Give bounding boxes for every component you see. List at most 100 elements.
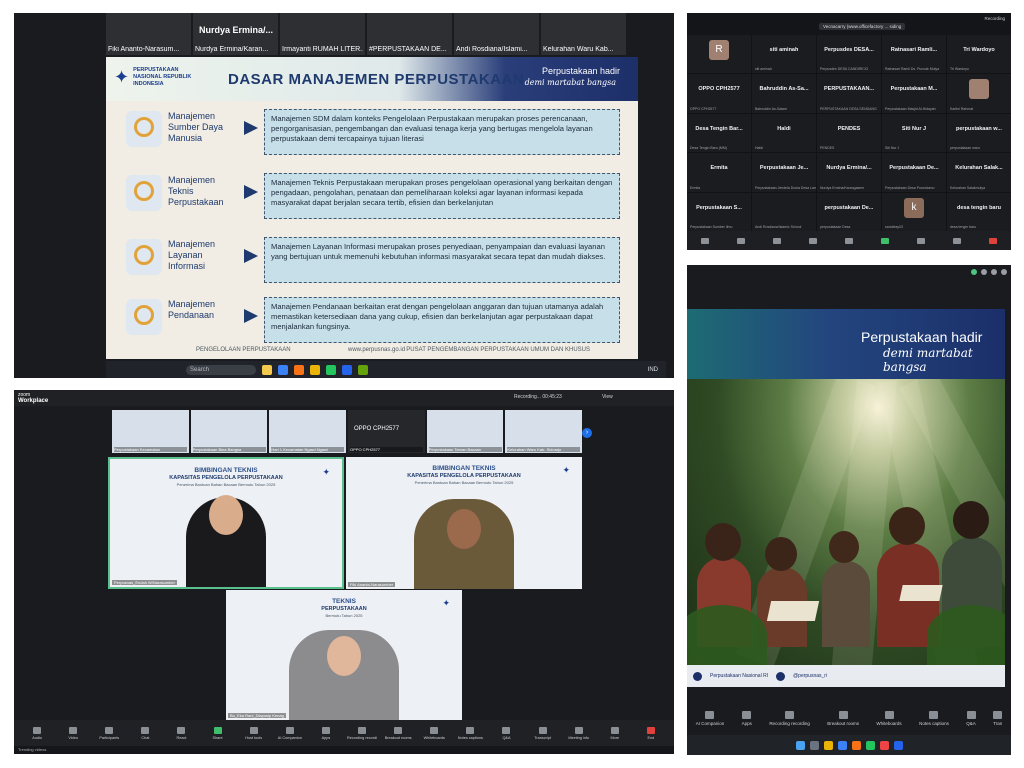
end-icon[interactable] <box>989 237 997 244</box>
participant-tile[interactable]: siti aminah siti aminah <box>752 35 816 74</box>
participant-tile[interactable]: Nurdya Ermina/... Nurdya Ermina/Karangase… <box>817 153 881 192</box>
participant-tile[interactable]: Desa Tengin Bar... Desa Tengin Baru (MM) <box>687 113 751 153</box>
taskbar-tray-language[interactable]: IND <box>648 367 666 373</box>
participant-tile[interactable]: R <box>687 35 751 74</box>
more-icon[interactable] <box>953 237 961 244</box>
chrome-icon[interactable] <box>262 364 272 375</box>
toolbar-apps-button[interactable]: Apps <box>311 726 341 740</box>
app-icon[interactable] <box>358 364 368 375</box>
participant-name-large: OPPO CPH2577 <box>354 426 400 432</box>
edge-icon[interactable] <box>837 740 847 750</box>
toolbar-apps-button[interactable]: Apps <box>742 710 752 726</box>
toolbar-recording-recording-button[interactable]: Recording recording <box>347 726 377 740</box>
toolbar-breakout-rooms-button[interactable]: Breakout rooms <box>383 726 413 740</box>
toolbar-notes-captions-button[interactable]: Notes captions <box>455 726 485 740</box>
participant-tile[interactable]: Perpustakaan De... Perpustakaan Desa Purw… <box>882 153 946 192</box>
video-icon[interactable] <box>737 237 745 244</box>
toolbar-ai-companion-button[interactable]: AI Companion <box>275 726 305 740</box>
chrome-icon[interactable] <box>865 740 875 750</box>
audio-icon[interactable] <box>701 237 709 244</box>
apps-icon[interactable] <box>917 237 925 244</box>
participant-thumb[interactable]: Hari 1 Kecamatan Ngawi Ngawi <box>269 410 347 453</box>
participant-thumb[interactable]: Nurdya Ermina/... Nurdya Ermina/Karan... <box>193 13 278 55</box>
toolbar-label: Breakout rooms <box>384 735 412 740</box>
participant-tile[interactable]: perpustakaan De... perpustakaan Desa <box>817 192 881 231</box>
participant-thumb[interactable]: #PERPUSTAKAAN DE... <box>367 13 452 55</box>
participant-tile[interactable]: desa tengin baru desa tengin baru <box>947 192 1011 231</box>
toolbar-host-tools-button[interactable]: Host tools <box>239 726 269 740</box>
participants-icon[interactable] <box>773 237 781 244</box>
toolbar-transcript-button[interactable]: Transcript <box>528 726 558 740</box>
toolbar-tran-button[interactable]: Tran <box>993 710 1002 726</box>
participant-tile[interactable]: Andi Rosdiana/Islamic School <box>752 192 816 231</box>
recording-indicator[interactable]: Recording... 00:45:23 <box>514 394 562 400</box>
participant-thumb[interactable]: Perpustakaan Taman Bacaan <box>426 410 504 453</box>
meeting-info-icon <box>574 726 583 734</box>
toolbar-more-button[interactable]: More <box>600 726 630 740</box>
participant-tile[interactable]: PERPUSTAKAAN... PERPUSTAKAAN DESA SENDANG <box>817 74 881 113</box>
search-icon[interactable] <box>809 740 819 750</box>
toolbar-share-button[interactable]: Share <box>203 726 233 740</box>
video-tile[interactable]: BIMBINGAN TEKNIS KAPASITAS PENGELOLA PER… <box>346 457 582 589</box>
participant-thumb[interactable]: OPPO CPH2577 OPPO CPH2577 <box>348 410 425 453</box>
participant-thumb[interactable]: Fiki Ananto-Narasum... <box>106 13 191 55</box>
react-icon[interactable] <box>845 237 853 244</box>
video-tile[interactable]: TEKNIS PERPUSTAKAAN Bermutu Tahun 2025 ✦… <box>226 590 462 720</box>
participant-thumb[interactable]: Perpustakaan Bina Bangsa <box>190 410 268 453</box>
video-tile-speaker[interactable]: BIMBINGAN TEKNIS KAPASITAS PENGELOLA PER… <box>108 457 344 589</box>
participant-tile[interactable]: Haldi Haldi <box>752 113 816 153</box>
word-icon[interactable] <box>893 740 903 750</box>
toolbar-q-a-button[interactable]: Q&A <box>966 710 976 726</box>
participant-tile[interactable]: Perpusdes DESA... Perpusdes DESA CANDIREJ… <box>817 35 881 74</box>
toolbar-whiteboards-button[interactable]: Whiteboards <box>876 710 902 726</box>
toolbar-meeting-info-button[interactable]: Meeting info <box>564 726 594 740</box>
firefox-icon[interactable] <box>851 740 861 750</box>
participant-tile[interactable]: Perpustakaan M... Perpustakaan Masjid Al-… <box>882 74 946 113</box>
participant-tile[interactable]: Perpustakaan S... Perpustakaan Sumber Ilm… <box>687 192 751 231</box>
app-icon[interactable] <box>879 740 889 750</box>
view-button[interactable]: View <box>602 394 613 400</box>
participant-tile[interactable]: k sandelay03 <box>882 192 946 231</box>
edge-icon[interactable] <box>278 364 288 375</box>
participant-tile[interactable]: Ratnasari Ramli... Ratnasari Ramli Ds. Pu… <box>882 35 946 74</box>
toolbar-whiteboards-button[interactable]: Whiteboards <box>419 726 449 740</box>
toolbar-audio-button[interactable]: Audio <box>22 726 52 740</box>
toolbar-react-button[interactable]: React <box>166 726 196 740</box>
chat-icon[interactable] <box>809 237 817 244</box>
participant-thumb[interactable]: Perpustakaan Kecamatan <box>112 410 189 453</box>
toolbar-chat-button[interactable]: Chat <box>130 726 160 740</box>
recording-indicator[interactable]: Recording <box>984 16 1005 21</box>
participant-tile[interactable]: PENDES PENDES <box>817 113 881 153</box>
participant-tile[interactable]: OPPO CPH2577 OPPO CPH2577 <box>687 74 751 113</box>
participant-tile[interactable]: Perpustakaan Je... Perpustakaan Jendela D… <box>752 153 816 192</box>
participant-tile[interactable]: Kartini Rahmat <box>947 74 1011 113</box>
windows-start-icon[interactable] <box>795 740 805 750</box>
toolbar-participants-button[interactable]: Participants <box>94 726 124 740</box>
toolbar-video-button[interactable]: Video <box>58 726 88 740</box>
store-icon[interactable] <box>326 364 336 375</box>
toolbar-end-button[interactable]: End <box>636 726 666 740</box>
taskbar-search[interactable]: Search <box>186 364 256 375</box>
participant-thumb[interactable]: Irmayanti RUMAH LITER... <box>280 13 365 55</box>
participant-tile[interactable]: Tri Wardoyo Tri Wardoyo <box>947 35 1011 74</box>
participant-tile[interactable]: perpustakaan w... perpustakaan waru <box>947 113 1011 153</box>
toolbar-notes-captions-button[interactable]: Notes captions <box>919 710 949 726</box>
firefox-icon[interactable] <box>294 364 304 375</box>
folder-icon[interactable] <box>310 364 320 375</box>
zoom-icon[interactable] <box>342 364 352 375</box>
toolbar-breakout-rooms-button[interactable]: Breakout rooms <box>827 710 859 726</box>
participant-thumb[interactable]: Kelurahan Waru Kab... <box>541 13 626 55</box>
participant-tile[interactable]: Siti Nur J Siti Nur J <box>882 113 946 153</box>
toolbar-label: Q&A <box>966 720 976 726</box>
toolbar-ai-companion-button[interactable]: AI Companion <box>696 710 724 726</box>
chevron-right-icon[interactable]: › <box>582 428 592 438</box>
toolbar-q-a-button[interactable]: Q&A <box>491 726 521 740</box>
toolbar-recording-recording-button[interactable]: Recording recording <box>769 710 810 726</box>
participant-tile[interactable]: Bahruddin As-Sa... Bahruddin As-Salam <box>752 74 816 113</box>
participant-thumb[interactable]: Andi Rosdiana/Islami... <box>454 13 539 55</box>
participant-tile[interactable]: Ermita Ermita <box>687 153 751 192</box>
participant-tile[interactable]: Kelurahan Salak... Kelurahan Salakmulya <box>947 153 1011 192</box>
participant-thumb[interactable]: Kelurahan Waru Kab. Sidoarjo <box>505 410 583 453</box>
share-icon[interactable] <box>881 237 889 244</box>
folder-icon[interactable] <box>823 740 833 750</box>
